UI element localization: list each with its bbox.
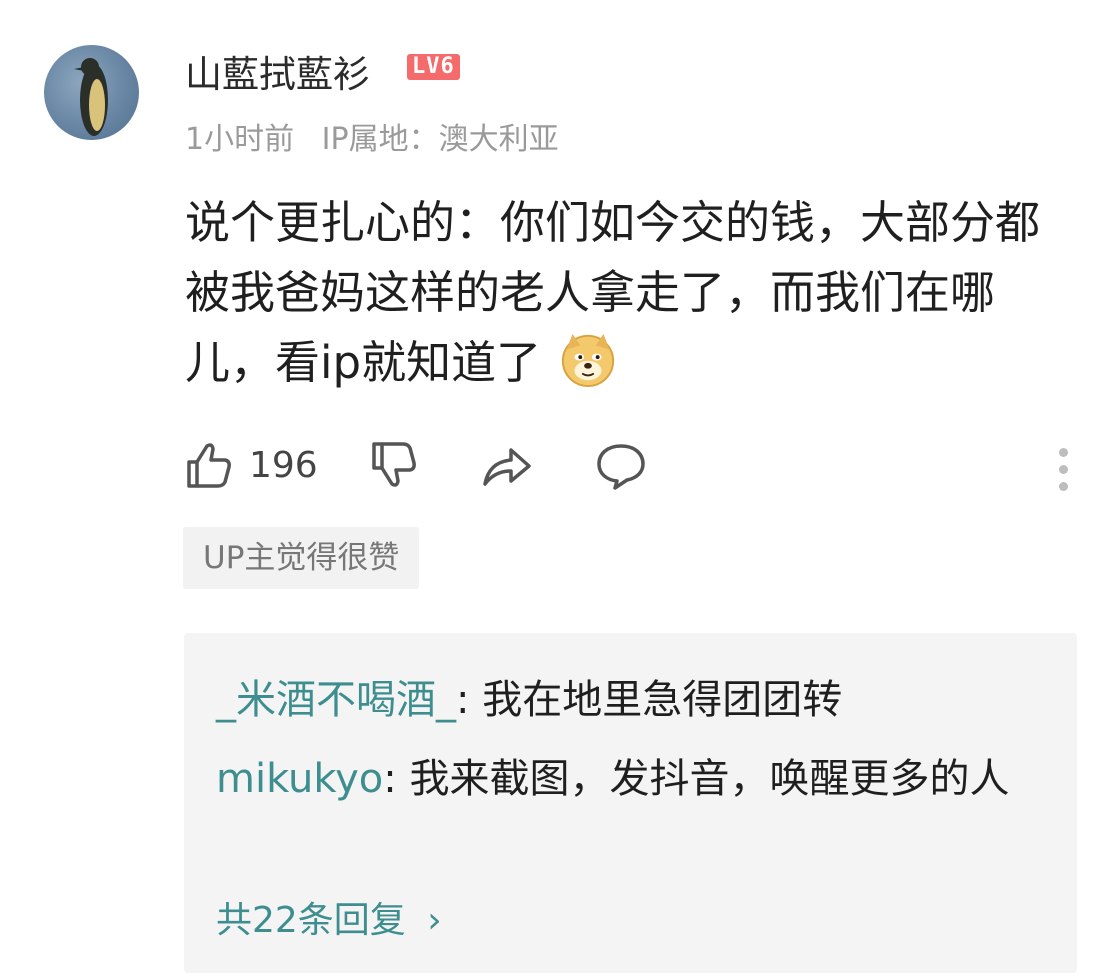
doge-emoji-icon — [562, 333, 615, 388]
replies-total: 共22条回复 — [216, 900, 406, 941]
reply-text: : 我来截图，发抖音，唤醒更多的人 — [383, 756, 1010, 802]
reply-item[interactable]: _米酒不喝酒_: 我在地里急得团团转 — [216, 665, 1046, 735]
like-button[interactable]: 196 — [185, 440, 318, 490]
reply-text: : 我在地里急得团团转 — [456, 677, 843, 723]
thumb-up-icon — [187, 443, 231, 488]
chevron-right-icon: › — [427, 900, 442, 941]
reply-username[interactable]: _米酒不喝酒_ — [216, 677, 456, 723]
penguin-avatar-icon — [74, 58, 108, 136]
level-badge: LV6 — [407, 54, 460, 80]
thumb-down-icon — [372, 442, 416, 487]
comment-meta: 1小时前 IP属地：澳大利亚 — [185, 114, 577, 158]
share-button[interactable] — [481, 440, 533, 490]
more-vertical-icon[interactable] — [1053, 448, 1073, 499]
reply-button[interactable] — [595, 440, 647, 490]
comment-bubble-icon — [597, 444, 645, 490]
replies-panel[interactable]: _米酒不喝酒_: 我在地里急得团团转 mikukyo: 我来截图，发抖音，唤醒更… — [184, 633, 1077, 973]
like-count: 196 — [249, 444, 318, 486]
comment-time: 1小时前 — [185, 122, 295, 157]
ip-location: IP属地：澳大利亚 — [321, 122, 559, 157]
reply-username[interactable]: mikukyo — [216, 756, 383, 802]
up-liked-tag: UP主觉得很赞 — [183, 527, 420, 589]
reply-item[interactable]: mikukyo: 我来截图，发抖音，唤醒更多的人 — [216, 744, 1046, 814]
action-bar: 196 — [185, 440, 1075, 500]
dislike-button[interactable] — [370, 440, 418, 490]
avatar[interactable] — [44, 45, 139, 140]
share-icon — [483, 448, 531, 486]
view-all-replies-link[interactable]: 共22条回复 › — [216, 891, 442, 943]
username[interactable]: 山藍拭藍衫 — [185, 44, 370, 98]
comment-text-container: 说个更扎心的：你们如今交的钱，大部分都被我爸妈这样的老人拿走了，而我们在哪儿，看… — [185, 188, 1055, 398]
